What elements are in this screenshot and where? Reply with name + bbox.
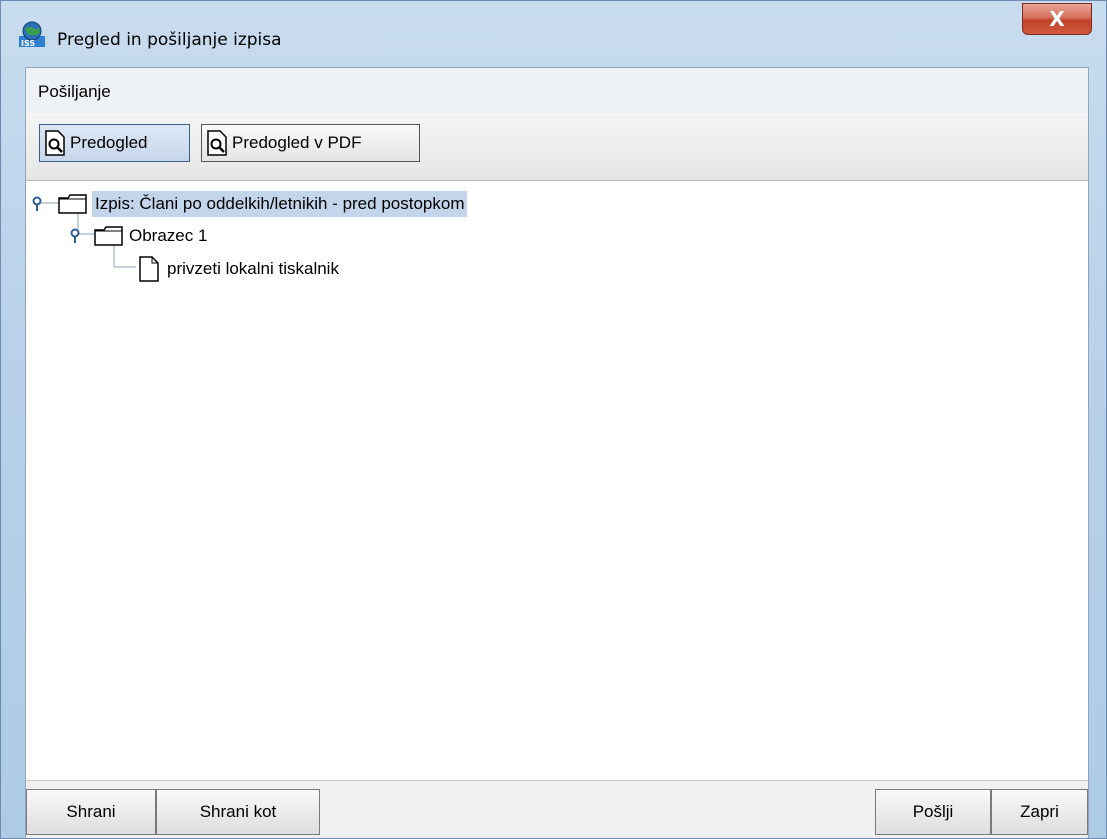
preview-document-icon	[45, 130, 65, 156]
tree-label-printer: privzeti lokalni tiskalnik	[167, 259, 339, 278]
client-area: Pošiljanje Predogled Predogled v PDF Izp…	[25, 67, 1089, 838]
menu-posiljanje[interactable]: Pošiljanje	[38, 82, 111, 102]
document-icon	[139, 256, 159, 282]
dialog-window: ISS Pregled in pošiljanje izpisa X Pošil…	[0, 0, 1107, 839]
expand-handle-icon[interactable]	[32, 194, 46, 214]
button-bar: Shrani Shrani kot Pošlji Zapri	[26, 780, 1088, 838]
title-bar[interactable]: ISS Pregled in pošiljanje izpisa X	[1, 1, 1106, 67]
toolbar: Predogled Predogled v PDF	[26, 114, 1088, 181]
tree-label-root: Izpis: Člani po oddelkih/letnikih - pred…	[92, 191, 468, 217]
tree-row-form[interactable]: Obrazec 1	[70, 221, 210, 251]
save-as-button[interactable]: Shrani kot	[156, 789, 320, 835]
preview-pdf-button[interactable]: Predogled v PDF	[201, 124, 420, 162]
app-globe-icon: ISS	[19, 21, 45, 47]
close-button[interactable]: Zapri	[991, 789, 1088, 835]
send-button[interactable]: Pošlji	[875, 789, 991, 835]
tree-row-printer[interactable]: privzeti lokalni tiskalnik	[138, 254, 342, 284]
preview-label: Predogled	[70, 133, 148, 152]
close-window-button[interactable]: X	[1022, 3, 1092, 35]
svg-text:ISS: ISS	[21, 39, 35, 47]
close-icon: X	[1049, 7, 1065, 31]
folder-icon	[58, 194, 87, 214]
preview-button[interactable]: Predogled	[39, 124, 190, 162]
folder-icon	[94, 226, 123, 246]
menu-bar: Pošiljanje	[26, 68, 1088, 114]
tree-label-form: Obrazec 1	[129, 226, 208, 245]
tree-row-root[interactable]: Izpis: Člani po oddelkih/letnikih - pred…	[32, 189, 468, 219]
window-title: Pregled in pošiljanje izpisa	[57, 30, 282, 50]
expand-handle-icon[interactable]	[70, 226, 84, 246]
preview-pdf-label: Predogled v PDF	[232, 133, 362, 152]
save-button[interactable]: Shrani	[26, 789, 156, 835]
preview-pdf-icon	[207, 130, 227, 156]
report-tree[interactable]: Izpis: Člani po oddelkih/letnikih - pred…	[26, 180, 1088, 781]
